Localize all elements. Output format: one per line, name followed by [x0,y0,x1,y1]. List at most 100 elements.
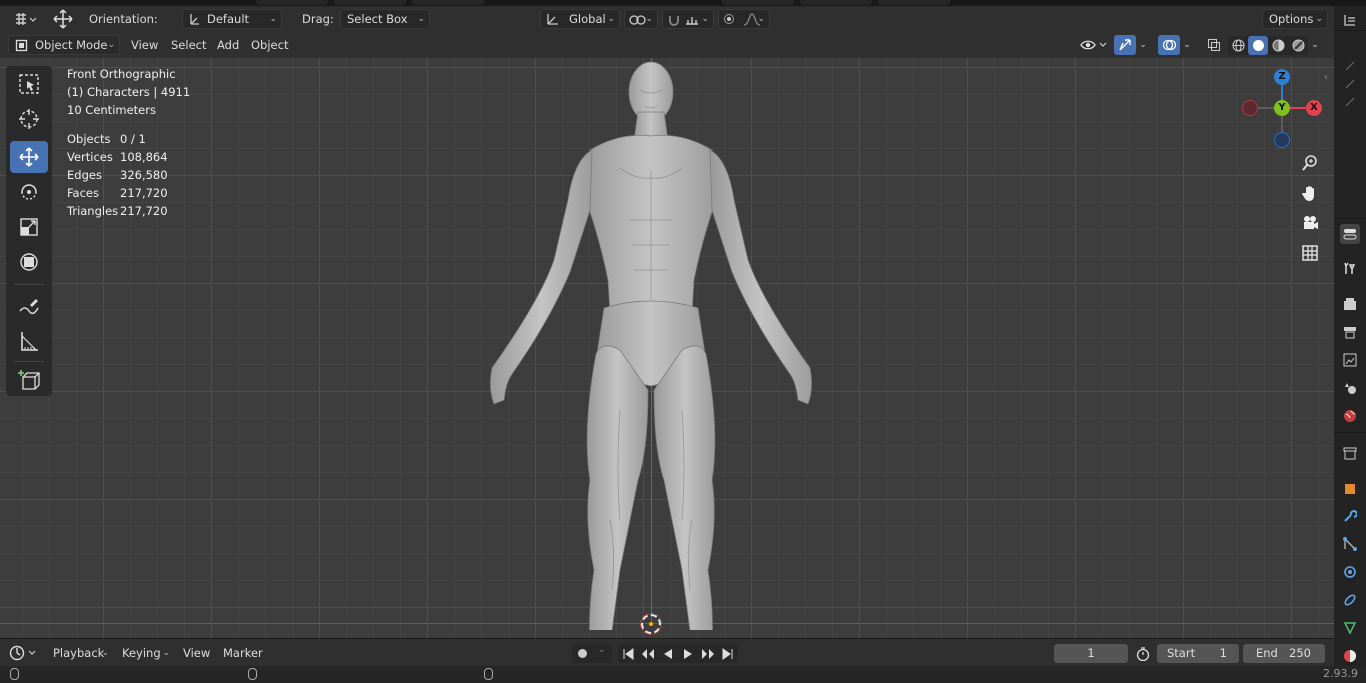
jump-start-icon[interactable] [618,644,638,663]
proportional-editing-dropdown[interactable]: ⌄ [718,9,770,29]
gizmo-neg-z-axis[interactable] [1274,132,1290,148]
camera-icon[interactable] [1297,210,1323,236]
3d-cursor-icon[interactable] [640,613,662,635]
jump-end-icon[interactable] [718,644,738,663]
gizmo-neg-x-axis[interactable] [1242,100,1258,116]
zoom-icon[interactable] [1297,150,1323,176]
pan-hand-icon[interactable] [1297,180,1323,206]
output-icon[interactable] [1340,322,1360,342]
mode-dropdown[interactable]: Object Mode ⌄ [8,35,120,55]
workspace-tab[interactable] [412,0,484,5]
physics-icon[interactable] [1340,562,1360,582]
transform-tool[interactable] [10,246,48,278]
playback-controls [618,644,738,663]
chevron-down-icon: ⌄ [607,14,615,24]
menu-view[interactable]: View [131,35,158,55]
gizmo-x-axis[interactable]: X [1306,100,1322,116]
grid-icon[interactable] [1297,240,1323,266]
axis-icon [546,12,560,28]
overlays-toggle-icon[interactable] [1158,35,1180,55]
tool-settings-icon[interactable] [1340,74,1360,94]
scene-icon[interactable] [1340,378,1360,398]
constraints-icon[interactable] [1340,590,1360,610]
material-icon[interactable] [1340,646,1360,666]
world-icon[interactable] [1340,406,1360,426]
rendered-shading-icon[interactable] [1288,36,1308,55]
gizmo-z-axis[interactable]: Z [1274,69,1290,85]
workspace-tab[interactable] [256,0,328,5]
data-icon[interactable] [1340,618,1360,638]
xray-toggle-icon[interactable] [1203,35,1225,55]
gizmo-toggle-icon[interactable] [1114,35,1136,55]
menu-view[interactable]: View [183,643,210,663]
transform-orientation-dropdown[interactable]: Global ⌄ [540,9,620,29]
select-box-tool[interactable] [10,68,48,100]
tool-settings-icon[interactable] [1340,56,1360,76]
cursor-tool[interactable] [10,103,48,135]
menu-keying[interactable]: Keying ⌄ [122,643,174,663]
start-frame-field[interactable]: Start 1 [1157,644,1239,663]
sidebar-collapse-chevron-icon[interactable]: ‹ [1324,72,1328,83]
chevron-down-icon[interactable]: ⌄ [598,645,606,655]
strip-divider [1334,432,1366,433]
annotate-tool[interactable] [10,290,48,322]
chevron-down-icon: ⌄ [757,14,765,24]
properties-editor-icon[interactable] [1340,224,1360,244]
options-label: Options [1269,12,1314,26]
workspace-tab[interactable] [334,0,406,5]
material-preview-shading-icon[interactable] [1268,36,1288,55]
annotate-icon [19,299,39,315]
snap-dropdown[interactable]: ⌄ [662,9,714,29]
wireframe-shading-icon[interactable] [1228,36,1248,55]
stat-edges-value: 326,580 [120,168,168,182]
gizmo-y-axis[interactable]: Y [1274,100,1290,116]
menu-marker[interactable]: Marker [223,643,263,663]
workspace-tab[interactable] [722,0,794,5]
measure-icon [21,332,38,351]
stopwatch-icon[interactable] [1133,644,1153,663]
editor-type-icon[interactable] [10,9,40,29]
tool-icon[interactable] [1340,258,1360,278]
view-layer-icon[interactable] [1340,350,1360,370]
visibility-dropdown[interactable] [1076,35,1110,55]
move-tool-icon[interactable] [50,8,76,30]
menu-select[interactable]: Select [171,35,206,55]
jump-keyframe-forward-icon[interactable] [698,644,718,663]
particles-icon[interactable] [1340,534,1360,554]
menu-add[interactable]: Add [217,35,239,55]
record-icon[interactable] [578,649,587,658]
orientation-dropdown[interactable]: Default ⌄ [182,9,282,29]
collection-icon[interactable] [1340,443,1360,463]
outliner-editor-icon[interactable] [1340,10,1360,30]
navigation-gizmo[interactable]: Z Y X [1236,66,1328,158]
object-icon[interactable] [1340,479,1360,499]
render-icon[interactable] [1340,294,1360,314]
pivot-point-dropdown[interactable]: ⌄ [624,9,658,29]
chevron-down-icon[interactable]: ⌄ [1180,35,1194,55]
scale-tool[interactable] [10,211,48,243]
options-dropdown[interactable]: Options ⌄ [1262,9,1328,29]
move-tool[interactable] [10,141,48,173]
timeline-editor-type-icon[interactable] [8,643,40,663]
solid-shading-icon[interactable] [1248,36,1268,55]
drag-dropdown[interactable]: Select Box ⌄ [340,9,430,29]
rotate-tool[interactable] [10,176,48,208]
measure-tool[interactable] [10,325,48,357]
tool-settings-icon[interactable] [1340,92,1360,112]
current-frame-field[interactable]: 1 [1054,644,1128,663]
stat-faces-label: Faces [67,186,99,200]
end-frame-field[interactable]: End 250 [1243,644,1325,663]
play-reverse-icon[interactable] [658,644,678,663]
workspace-tab[interactable] [878,0,950,5]
menu-playback[interactable]: Playback ⌄ [53,643,113,663]
menu-object[interactable]: Object [251,35,288,55]
3d-viewport[interactable]: Front Orthographic (1) Characters | 4911… [0,58,1334,638]
workspace-tab[interactable] [800,0,872,5]
modifier-icon[interactable] [1340,506,1360,526]
play-icon[interactable] [678,644,698,663]
shading-options-chevron-icon[interactable]: ⌄ [1308,35,1322,55]
character-model[interactable] [470,58,830,630]
jump-keyframe-back-icon[interactable] [638,644,658,663]
chevron-down-icon[interactable]: ⌄ [1136,35,1150,55]
add-cube-tool[interactable] [10,364,48,396]
